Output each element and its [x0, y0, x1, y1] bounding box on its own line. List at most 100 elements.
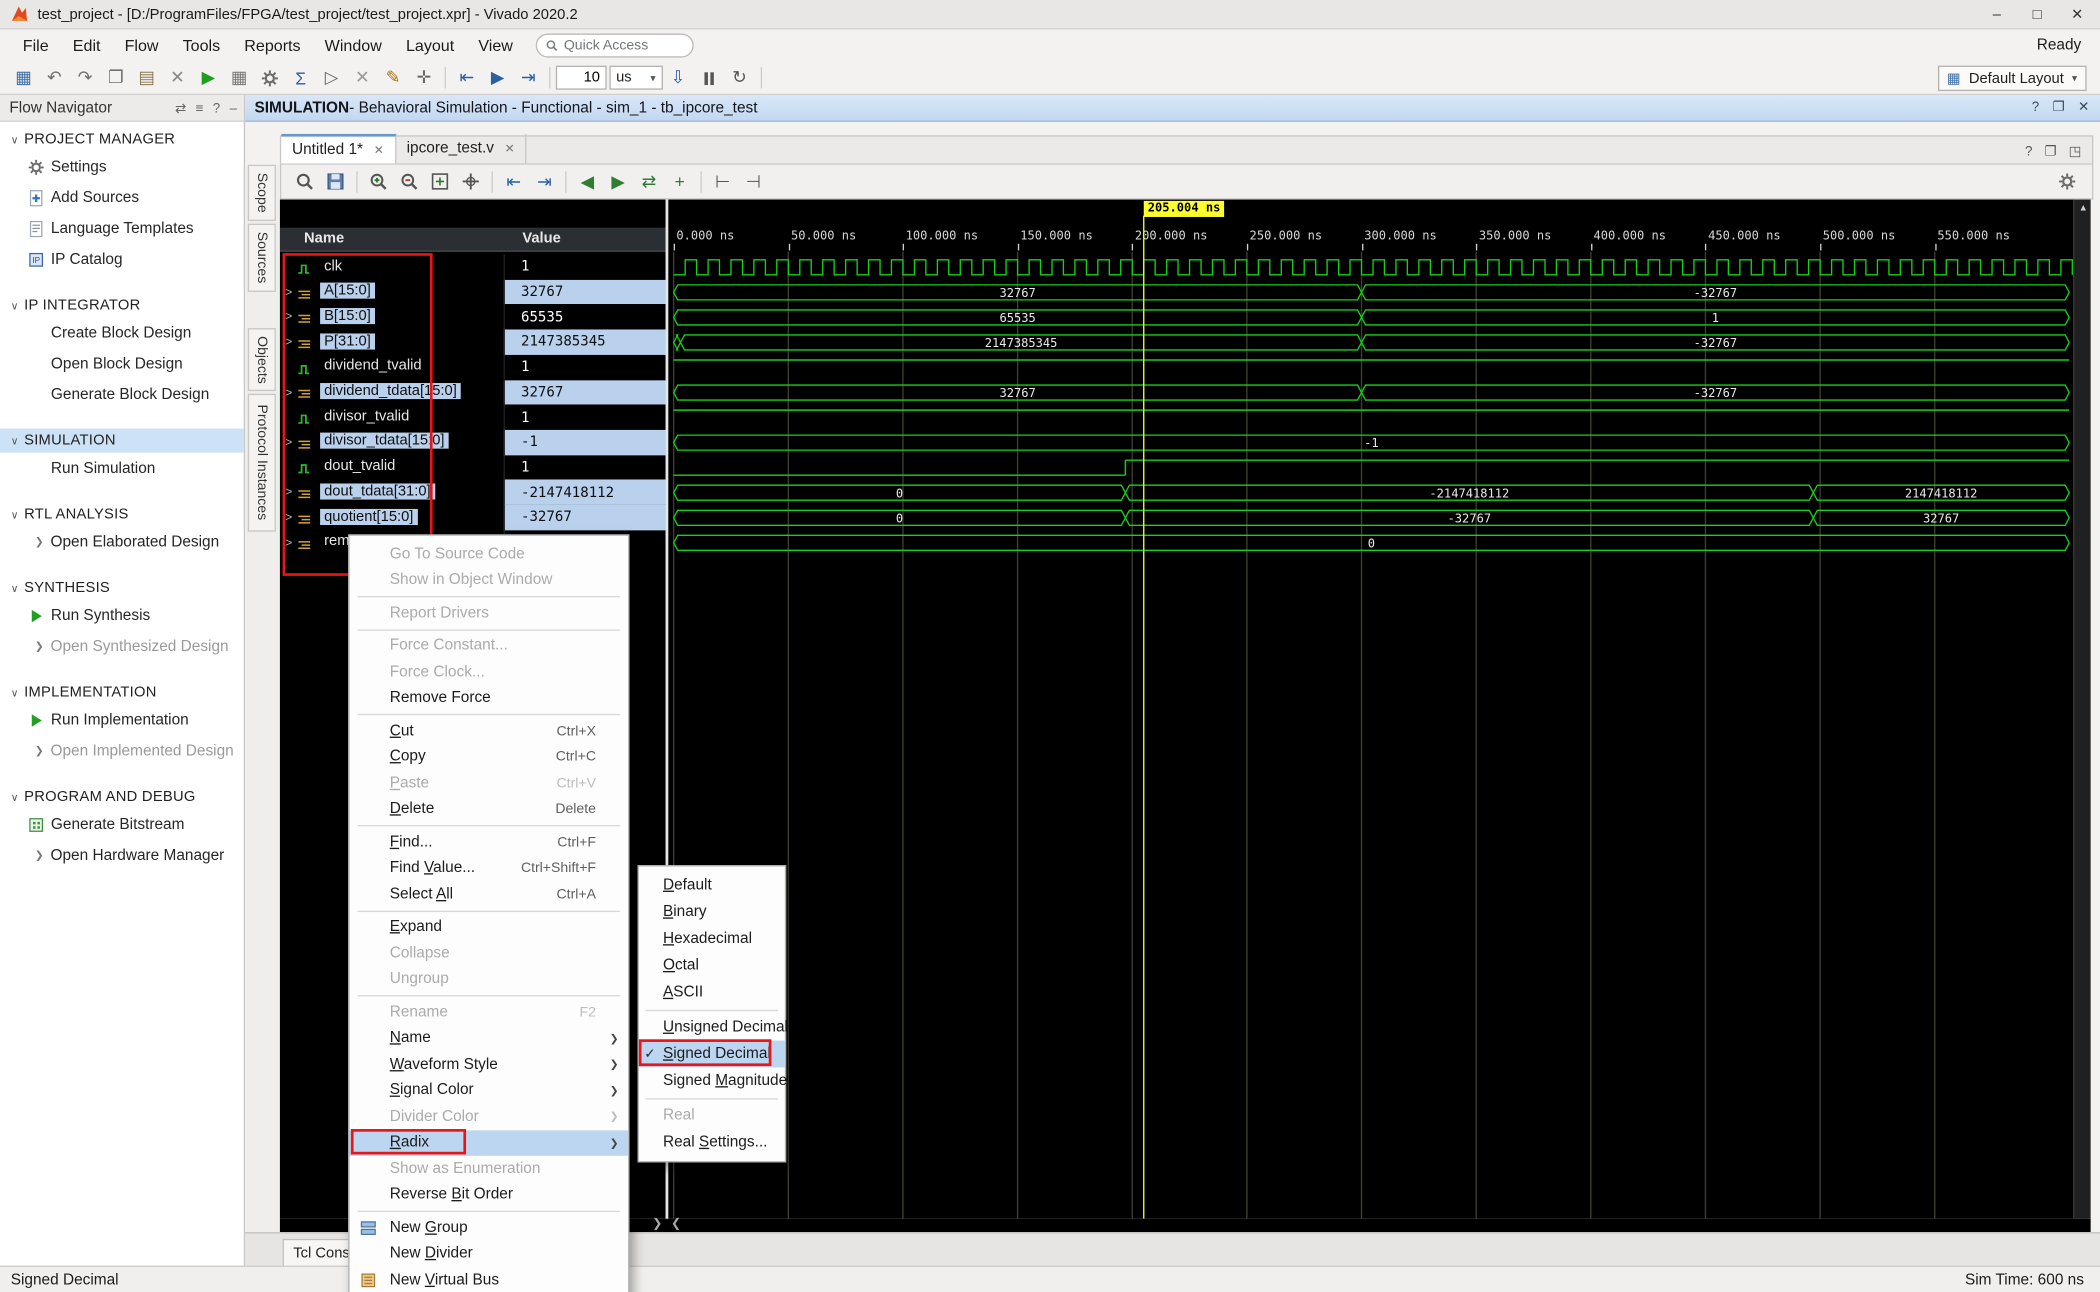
run-icon[interactable]: ▶ — [193, 64, 224, 92]
next-transition-icon[interactable]: ▶ — [603, 167, 634, 195]
flow-section-synthesis[interactable]: ∨SYNTHESIS — [0, 576, 244, 600]
flow-item-open-synthesized-design[interactable]: ❯Open Synthesized Design — [0, 631, 244, 662]
flow-item-generate-block-design[interactable]: Generate Block Design — [0, 379, 244, 410]
menu-item-unsigned-decimal[interactable]: Unsigned Decimal — [639, 1014, 785, 1041]
relaunch-icon[interactable]: ↻ — [724, 64, 755, 92]
chevron-down-icon[interactable]: ∨ — [5, 686, 24, 698]
signal-row-dividend-tvalid[interactable]: dividend_tvalid1 — [280, 355, 666, 380]
chevron-down-icon[interactable]: ∨ — [5, 582, 24, 594]
help-icon[interactable]: ? — [2032, 100, 2039, 115]
chevron-down-icon[interactable]: ∨ — [5, 508, 24, 520]
step-icon[interactable]: ⇥ — [513, 64, 544, 92]
flow-item-generate-bitstream[interactable]: Generate Bitstream — [0, 809, 244, 840]
expand-icon[interactable]: > — [285, 335, 292, 348]
redo-icon[interactable]: ↷ — [70, 64, 101, 92]
menu-window[interactable]: Window — [313, 29, 394, 61]
edit-pencil-icon[interactable]: ✎ — [378, 64, 409, 92]
flow-item-open-elaborated-design[interactable]: ❯Open Elaborated Design — [0, 526, 244, 557]
chevron-down-icon[interactable]: ∨ — [5, 133, 24, 145]
maximize-icon[interactable]: □ — [2017, 0, 2057, 29]
scroll-up-icon[interactable]: ▲ — [2079, 204, 2088, 213]
undo-icon[interactable]: ↶ — [39, 64, 70, 92]
menu-item-signed-decimal[interactable]: ✓Signed Decimal — [639, 1041, 785, 1068]
flow-item-ip-catalog[interactable]: IPIP Catalog — [0, 244, 244, 275]
flow-item-add-sources[interactable]: Add Sources — [0, 182, 244, 213]
find-icon[interactable] — [289, 167, 320, 195]
menu-item-select-all[interactable]: Select AllCtrl+A — [350, 881, 629, 907]
menu-item-hexadecimal[interactable]: Hexadecimal — [639, 925, 785, 952]
wave-settings-gear-icon[interactable] — [2052, 167, 2083, 195]
reports-sigma-icon[interactable]: Σ — [285, 64, 316, 92]
flow-item-create-block-design[interactable]: Create Block Design — [0, 317, 244, 348]
menu-tools[interactable]: Tools — [171, 29, 233, 61]
chevron-right-icon[interactable]: ❯ — [35, 745, 44, 757]
waveform-canvas[interactable]: 32767-327676553512147385345-3276732767-3… — [668, 200, 2073, 1219]
run-for-time-icon[interactable]: ⇩ — [662, 64, 693, 92]
menu-flow[interactable]: Flow — [113, 29, 171, 61]
flow-nav-menu-icon[interactable]: ≡ — [196, 101, 204, 116]
debug-probe-icon[interactable]: ✛ — [408, 64, 439, 92]
flow-item-run-synthesis[interactable]: Run Synthesis — [0, 600, 244, 631]
close-icon[interactable]: ✕ — [2057, 0, 2097, 29]
chevron-right-icon[interactable]: ❯ — [35, 536, 44, 548]
menu-item-new-group[interactable]: New Group — [350, 1215, 629, 1241]
waveform-panel[interactable]: 205.004 ns 0.000 ns50.000 ns100.000 ns15… — [668, 200, 2073, 1219]
menu-item-remove-force[interactable]: Remove Force — [350, 685, 629, 711]
vertical-scrollbar[interactable]: ▲ — [2073, 200, 2090, 1219]
flow-section-project-manager[interactable]: ∨PROJECT MANAGER — [0, 127, 244, 151]
menu-item-waveform-style[interactable]: Waveform Style❯ — [350, 1051, 629, 1077]
signal-row-b-15-0[interactable]: >B[15:0]65535 — [280, 305, 666, 330]
menu-edit[interactable]: Edit — [61, 29, 113, 61]
chevron-right-icon[interactable]: ❯ — [35, 640, 44, 652]
close-tab-icon[interactable]: ✕ — [505, 141, 515, 156]
flow-section-program-and-debug[interactable]: ∨PROGRAM AND DEBUG — [0, 785, 244, 809]
signal-row-dividend-tdata-15-0[interactable]: >dividend_tdata[15:0]32767 — [280, 380, 666, 405]
tab-untitled-1[interactable]: Untitled 1*✕ — [281, 134, 396, 163]
run-all-icon[interactable]: ▶ — [482, 64, 513, 92]
menu-item-real-settings[interactable]: Real Settings... — [639, 1129, 785, 1156]
cursor-time-flag[interactable]: 205.004 ns — [1144, 201, 1225, 217]
signal-row-divisor-tvalid[interactable]: divisor_tvalid1 — [280, 405, 666, 430]
settings-gear-icon[interactable] — [254, 64, 285, 92]
flow-item-run-implementation[interactable]: Run Implementation — [0, 704, 244, 735]
copy-icon[interactable]: ❐ — [100, 64, 131, 92]
help-icon[interactable]: ? — [213, 101, 220, 116]
snap-to-right-icon[interactable]: ⊣ — [738, 167, 769, 195]
menu-item-name[interactable]: Name❯ — [350, 1025, 629, 1051]
zoom-to-cursor-icon[interactable] — [455, 167, 486, 195]
run-step-icon[interactable]: ▷ — [316, 64, 347, 92]
dashboard-icon[interactable]: ▦ — [224, 64, 255, 92]
zoom-in-icon[interactable] — [363, 167, 394, 195]
flow-item-open-block-design[interactable]: Open Block Design — [0, 348, 244, 379]
menu-item-octal[interactable]: Octal — [639, 952, 785, 979]
quick-access-input[interactable] — [564, 38, 671, 54]
expand-icon[interactable]: > — [285, 435, 292, 448]
menu-item-default[interactable]: Default — [639, 872, 785, 899]
menu-item-signal-color[interactable]: Signal Color❯ — [350, 1077, 629, 1103]
side-tab-sources[interactable]: Sources — [248, 224, 276, 292]
zoom-fit-icon[interactable] — [425, 167, 456, 195]
flow-section-implementation[interactable]: ∨IMPLEMENTATION — [0, 680, 244, 704]
layout-select[interactable]: ▦ Default Layout ▾ — [1937, 66, 2086, 91]
menu-file[interactable]: File — [11, 29, 61, 61]
menu-item-find[interactable]: Find...Ctrl+F — [350, 829, 629, 855]
scroll-left-icon[interactable]: ❮ — [671, 1216, 681, 1231]
flow-item-settings[interactable]: Settings — [0, 151, 244, 182]
menu-item-new-virtual-bus[interactable]: New Virtual Bus — [350, 1267, 629, 1292]
flow-section-rtl-analysis[interactable]: ∨RTL ANALYSIS — [0, 502, 244, 526]
run-time-input[interactable] — [556, 66, 607, 90]
menu-item-find-value[interactable]: Find Value...Ctrl+Shift+F — [350, 855, 629, 881]
save-wave-config-icon[interactable] — [320, 167, 351, 195]
menu-item-new-divider[interactable]: New Divider — [350, 1241, 629, 1267]
go-to-end-icon[interactable]: ⇥ — [529, 167, 560, 195]
expand-icon[interactable]: > — [285, 485, 292, 498]
chevron-down-icon[interactable]: ∨ — [5, 299, 24, 311]
add-marker-icon[interactable]: + — [664, 167, 695, 195]
side-tab-scope[interactable]: Scope — [248, 165, 276, 221]
previous-transition-icon[interactable]: ◀ — [572, 167, 603, 195]
float-window-icon[interactable]: ❐ — [2045, 144, 2057, 159]
menu-layout[interactable]: Layout — [394, 29, 466, 61]
expand-icon[interactable]: > — [285, 385, 292, 398]
zoom-out-icon[interactable] — [394, 167, 425, 195]
flow-item-language-templates[interactable]: Language Templates — [0, 213, 244, 244]
